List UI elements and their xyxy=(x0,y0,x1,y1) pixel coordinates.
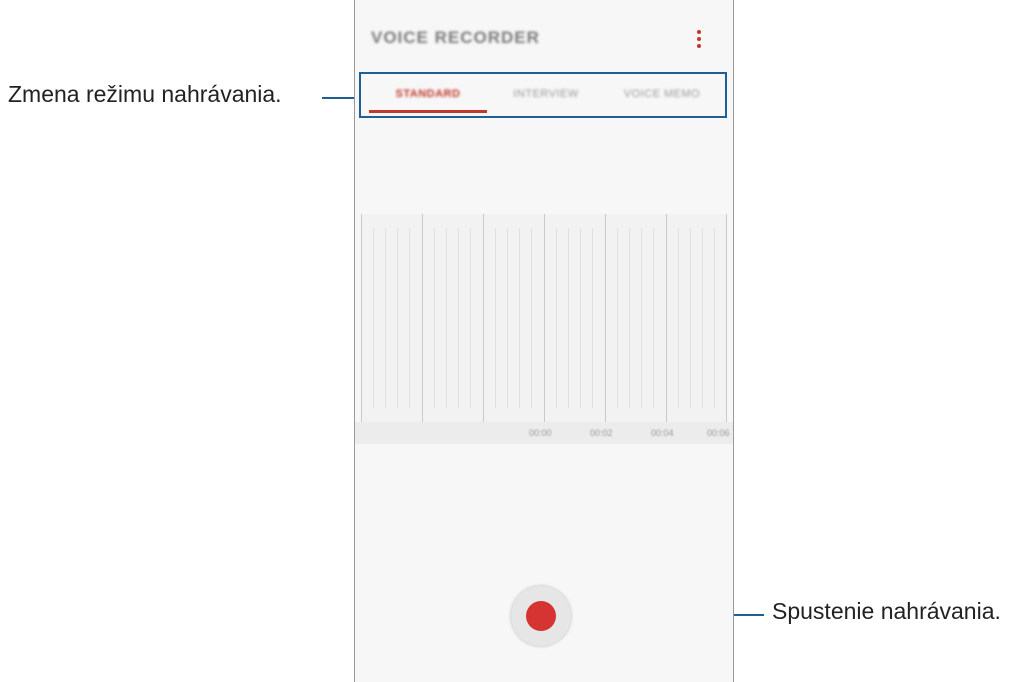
mode-callout-label: Zmena režimu nahrávania. xyxy=(8,81,282,107)
tab-interview[interactable]: INTERVIEW xyxy=(491,88,601,100)
timeline-tick: 00:00 xyxy=(529,428,552,438)
mode-callout-line xyxy=(322,97,358,99)
timeline-tick: 00:04 xyxy=(651,428,674,438)
more-vert-icon[interactable] xyxy=(695,30,703,50)
record-callout-label: Spustenie nahrávania. xyxy=(772,598,1001,624)
recording-mode-tabs: STANDARD INTERVIEW VOICE MEMO xyxy=(359,72,727,118)
timeline-tick: 00:02 xyxy=(590,428,613,438)
record-icon xyxy=(526,601,556,631)
tab-voice-memo[interactable]: VOICE MEMO xyxy=(607,88,717,100)
timeline-tick: 00:06 xyxy=(707,428,730,438)
record-button[interactable] xyxy=(511,586,571,646)
phone-screen: VOICE RECORDER STANDARD INTERVIEW VOICE … xyxy=(354,0,734,682)
timeline-bar: 00:00 00:02 00:04 00:06 xyxy=(355,422,733,444)
waveform-area xyxy=(361,214,727,422)
tab-standard[interactable]: STANDARD xyxy=(373,88,483,100)
app-title: VOICE RECORDER xyxy=(371,28,540,47)
waveform-grid xyxy=(361,214,727,422)
active-tab-indicator xyxy=(369,110,487,113)
